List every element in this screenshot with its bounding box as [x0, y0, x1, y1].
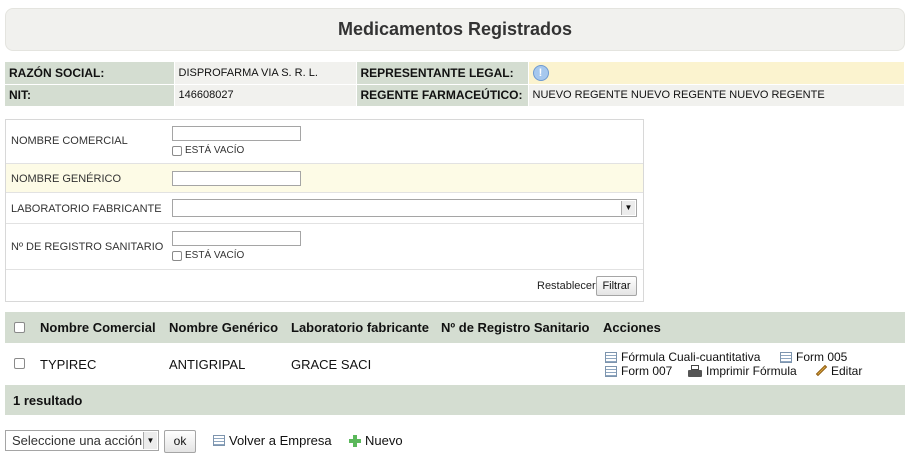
printer-icon [688, 365, 702, 377]
plus-icon [349, 434, 361, 447]
filter-button[interactable]: Filtrar [596, 276, 637, 296]
col-nombre-generico[interactable]: Nombre Genérico [169, 320, 278, 335]
representante-value: ! [528, 62, 905, 85]
registro-empty-checkbox[interactable]: ESTÁ VACÍO [172, 250, 244, 261]
ok-button[interactable]: ok [164, 430, 196, 453]
filter-row-nombre-comercial: NOMBRE COMERCIAL ESTÁ VACÍO [6, 120, 643, 164]
form-007-label: Form 007 [621, 364, 673, 378]
col-nombre-comercial[interactable]: Nombre Comercial [40, 320, 156, 335]
volver-empresa-link[interactable]: Volver a Empresa [213, 433, 332, 448]
reset-link[interactable]: Restablecer [537, 280, 596, 292]
editar-label: Editar [831, 364, 863, 378]
document-icon [780, 351, 792, 363]
page-header: Medicamentos Registrados [5, 8, 905, 51]
action-select-value: Seleccione una acción [12, 433, 143, 448]
registro-empty-label: ESTÁ VACÍO [185, 250, 245, 261]
filter-row-laboratorio: LABORATORIO FABRICANTE ▼ [6, 193, 643, 224]
formula-cuali-cuantitativa-label: Fórmula Cuali-cuantitativa [621, 350, 761, 364]
razon-social-value: DISPROFARMA VIA S. R. L. [174, 62, 357, 85]
regente-label: REGENTE FARMACEÚTICO: [356, 84, 529, 107]
results-table: Nombre Comercial Nombre Genérico Laborat… [5, 312, 905, 415]
registro-input[interactable] [172, 231, 301, 246]
imprimir-formula-label: Imprimir Fórmula [706, 364, 797, 378]
checkbox-icon[interactable] [172, 250, 182, 261]
document-icon [213, 435, 225, 446]
chevron-down-icon[interactable]: ▼ [143, 432, 157, 449]
chevron-down-icon[interactable]: ▼ [621, 201, 635, 215]
nuevo-link[interactable]: Nuevo [349, 433, 403, 448]
nombre-generico-label: NOMBRE GENÉRICO [11, 173, 122, 185]
imprimir-formula-link[interactable]: Imprimir Fórmula [688, 364, 797, 378]
company-info-table: RAZÓN SOCIAL: DISPROFARMA VIA S. R. L. R… [5, 62, 905, 107]
nit-value: 146608027 [174, 84, 357, 107]
cell-laboratorio: GRACE SACI [291, 357, 372, 372]
page-title: Medicamentos Registrados [337, 19, 573, 39]
filter-row-registro: Nº DE REGISTRO SANITARIO ESTÁ VACÍO [6, 224, 643, 270]
regente-value: NUEVO REGENTE NUEVO REGENTE NUEVO REGENT… [528, 84, 905, 107]
formula-cuali-cuantitativa-link[interactable]: Fórmula Cuali-cuantitativa [605, 350, 760, 364]
checkbox-icon[interactable] [172, 145, 182, 156]
filter-panel: NOMBRE COMERCIAL ESTÁ VACÍO NOMBRE GENÉR… [5, 119, 644, 302]
nuevo-label: Nuevo [365, 433, 403, 448]
registro-label: Nº DE REGISTRO SANITARIO [11, 241, 164, 253]
representante-label: REPRESENTANTE LEGAL: [356, 62, 529, 85]
bottom-actions: Seleccione una acción ▼ ok Volver a Empr… [5, 430, 605, 454]
form-005-label: Form 005 [796, 350, 848, 364]
table-row: TYPIREC ANTIGRIPAL GRACE SACI Fórmula Cu… [5, 343, 905, 385]
col-acciones: Acciones [603, 320, 661, 335]
col-registro[interactable]: Nº de Registro Sanitario [441, 320, 590, 335]
nombre-generico-input[interactable] [172, 171, 301, 186]
cell-nombre-comercial: TYPIREC [40, 357, 97, 372]
nombre-comercial-empty-label: ESTÁ VACÍO [185, 145, 245, 156]
document-icon [605, 351, 617, 363]
laboratorio-label: LABORATORIO FABRICANTE [11, 203, 162, 215]
editar-link[interactable]: Editar [815, 364, 862, 378]
select-all-checkbox[interactable] [14, 322, 25, 333]
razon-social-label: RAZÓN SOCIAL: [5, 62, 175, 85]
nombre-comercial-empty-checkbox[interactable]: ESTÁ VACÍO [172, 145, 244, 156]
nit-label: NIT: [5, 84, 175, 107]
result-count: 1 resultado [13, 393, 83, 408]
form-007-link[interactable]: Form 007 [605, 364, 672, 378]
results-header: Nombre Comercial Nombre Genérico Laborat… [5, 312, 905, 343]
laboratorio-select[interactable]: ▼ [172, 199, 637, 217]
cell-nombre-generico: ANTIGRIPAL [169, 357, 246, 372]
info-icon[interactable]: ! [532, 64, 549, 81]
col-laboratorio[interactable]: Laboratorio fabricante [291, 320, 429, 335]
volver-empresa-label: Volver a Empresa [229, 433, 332, 448]
row-checkbox[interactable] [14, 358, 25, 369]
document-icon [605, 365, 617, 377]
form-005-link[interactable]: Form 005 [780, 350, 847, 364]
filter-row-nombre-generico: NOMBRE GENÉRICO [6, 164, 643, 193]
pencil-icon [815, 365, 827, 377]
results-footer: 1 resultado [5, 385, 905, 415]
nombre-comercial-label: NOMBRE COMERCIAL [11, 135, 128, 147]
nombre-comercial-input[interactable] [172, 126, 301, 141]
action-select[interactable]: Seleccione una acción ▼ [5, 430, 159, 451]
